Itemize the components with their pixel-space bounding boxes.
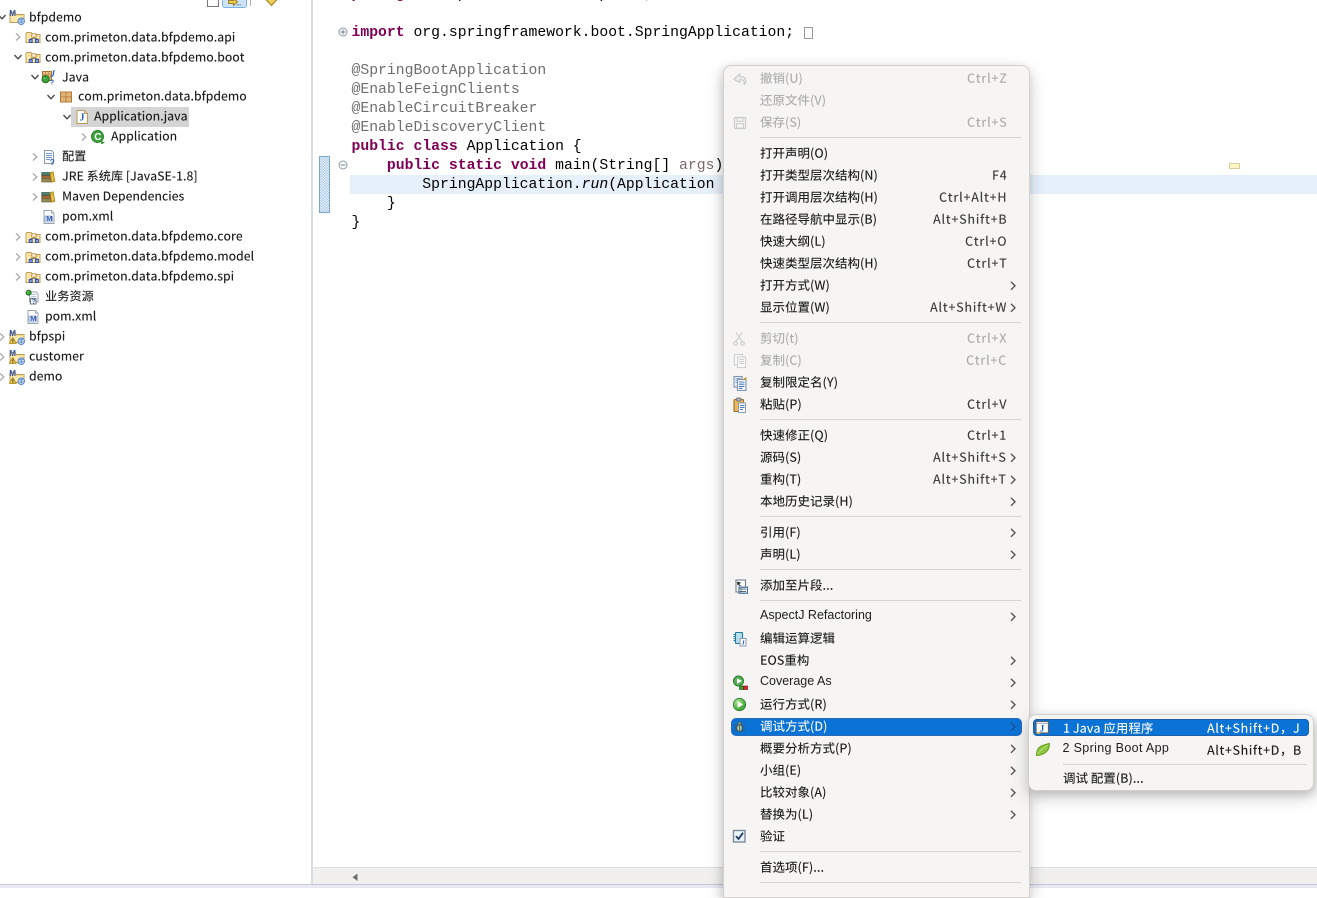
svg-text:M: M [9, 9, 16, 18]
svg-text:J: J [79, 112, 84, 123]
svg-text:?: ? [50, 157, 55, 164]
svg-text:M: M [46, 214, 52, 223]
svg-text:M: M [30, 314, 36, 323]
svg-text:J: J [1039, 723, 1044, 733]
svg-text:M: M [9, 349, 16, 358]
svg-text:M: M [9, 329, 16, 338]
svg-text:?: ? [50, 78, 55, 86]
svg-text:M: M [9, 369, 16, 378]
svg-text:?: ? [32, 298, 36, 305]
svg-text:C: C [94, 132, 101, 143]
